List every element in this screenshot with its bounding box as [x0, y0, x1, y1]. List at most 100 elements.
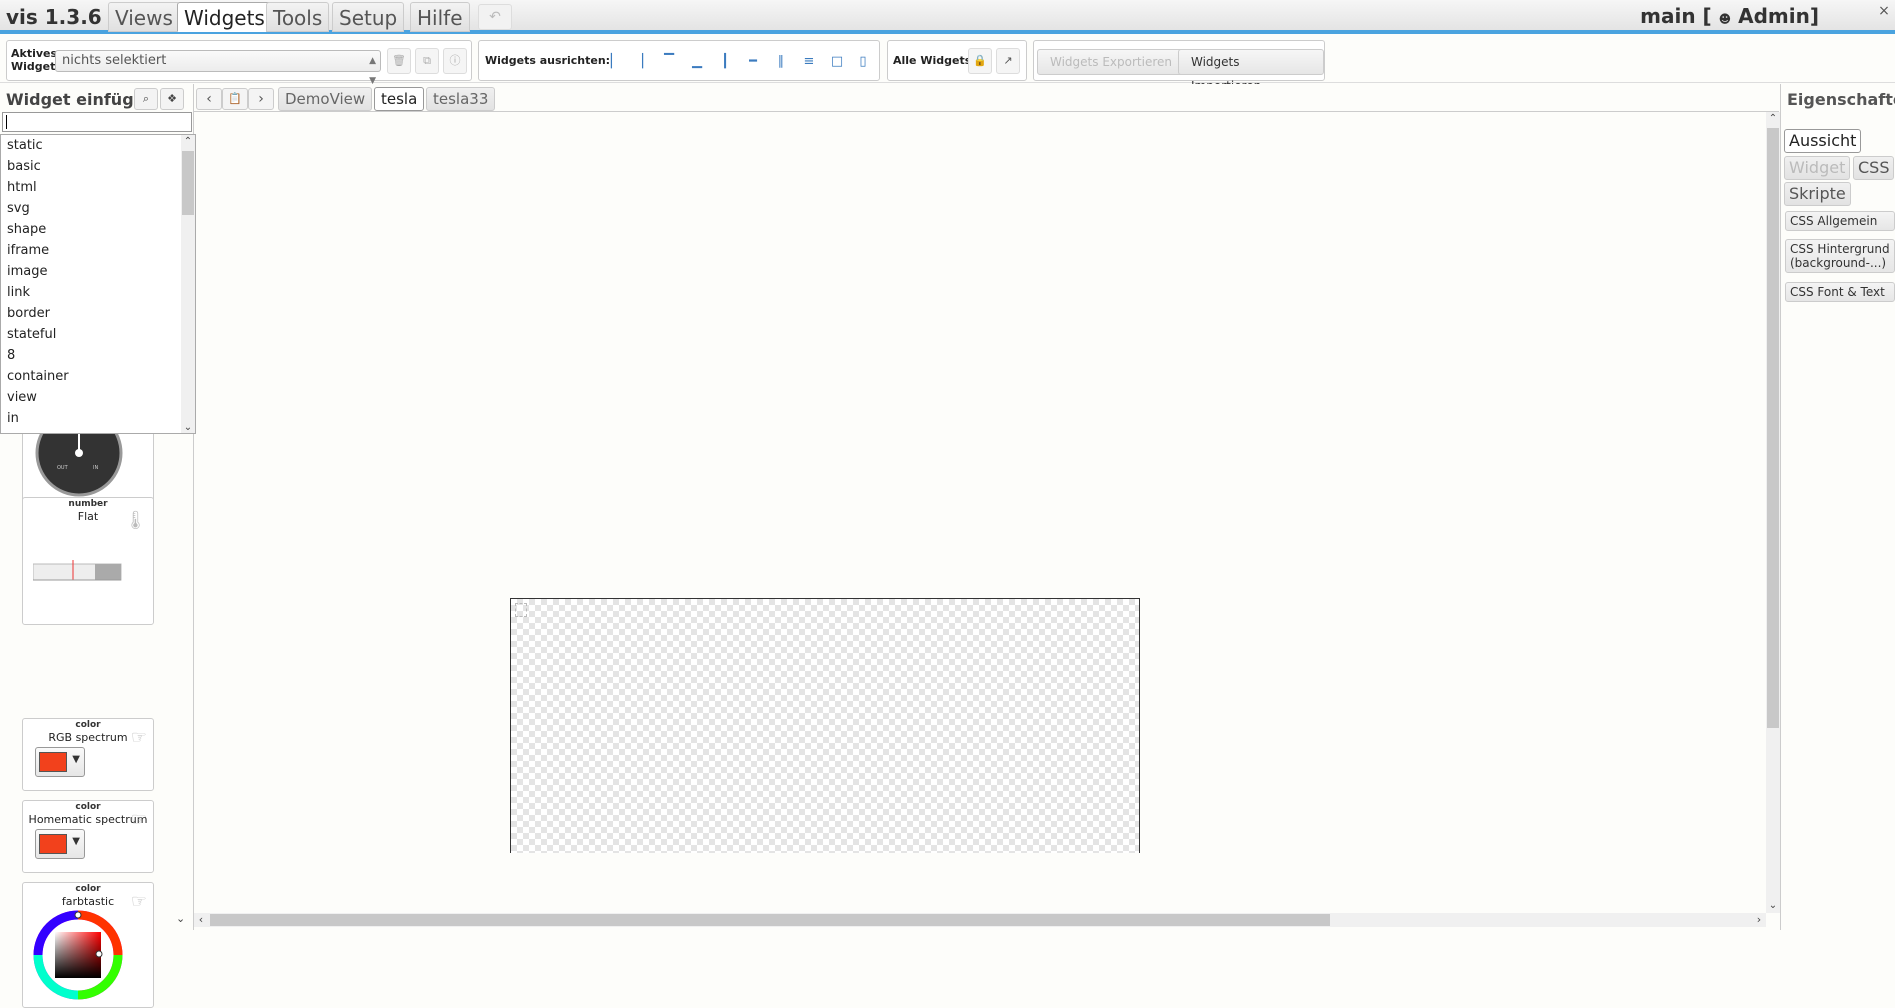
edit-canvas[interactable] [194, 112, 1766, 913]
dropdown-option[interactable]: image [1, 261, 195, 282]
view-area[interactable] [510, 598, 1140, 853]
search-icon[interactable]: ⌕ [134, 88, 158, 110]
delete-icon[interactable]: 🗑 [387, 48, 411, 74]
resize-handle[interactable] [515, 603, 527, 617]
distribute-vertical-icon[interactable]: ≡ [799, 53, 819, 71]
copy-icon[interactable]: ⧉ [415, 48, 439, 74]
dropdown-option[interactable]: stateful [1, 324, 195, 345]
user-name: Admin] [1738, 4, 1819, 28]
canvas-hscroll-thumb[interactable] [210, 914, 1330, 926]
scroll-down-icon[interactable]: ⌄ [1766, 899, 1780, 913]
slider-preview-icon [33, 560, 122, 581]
dropdown-scrollbar[interactable]: ⌃ ⌄ [181, 135, 195, 433]
section-css-hintergrund[interactable]: CSS Hintergrund (background-...) [1785, 239, 1895, 273]
all-widgets-group: Alle Widgets: 🔒 ↗ [887, 40, 1027, 81]
prop-tab-widget[interactable]: Widget [1784, 156, 1851, 180]
svg-text:IN: IN [93, 465, 98, 471]
menu-tab-tools[interactable]: Tools [266, 2, 330, 32]
import-widgets-button[interactable]: Widgets Importieren [1178, 49, 1324, 93]
color-swatch: ▼ [35, 829, 85, 859]
align-bottom-icon[interactable]: ▁ [687, 53, 707, 71]
view-tab-demoview[interactable]: DemoView [278, 87, 373, 111]
widget-card-kind: number [68, 499, 108, 509]
tabs-next-button[interactable]: › [248, 88, 274, 110]
pointer-hand-icon: ☞ [130, 727, 147, 748]
menu-tab-setup[interactable]: Setup [332, 2, 405, 32]
project-name: main [ [1640, 4, 1712, 28]
active-widget-value: nichts selektiert [62, 53, 167, 68]
widget-filter-input[interactable] [2, 112, 192, 132]
dropdown-triangle-icon: ▼ [72, 754, 80, 765]
same-height-icon[interactable]: ▯ [853, 53, 873, 71]
dropdown-options: static basic html svg shape iframe image link bo… [1, 135, 195, 429]
scroll-down-icon[interactable]: ⌄ [181, 421, 195, 433]
dropdown-option[interactable]: in [1, 408, 195, 429]
align-center-vertical-icon[interactable]: ┃ [715, 53, 735, 71]
dropdown-option[interactable]: link [1, 282, 195, 303]
menu-tab-widgets[interactable]: Widgets [177, 2, 272, 32]
section-css-allgemein[interactable]: CSS Allgemein [1785, 211, 1895, 231]
clipboard-icon[interactable]: 📋 [222, 88, 248, 110]
dropdown-option[interactable]: html [1, 177, 195, 198]
dropdown-option[interactable]: shape [1, 219, 195, 240]
menu-tab-hilfe[interactable]: Hilfe [410, 2, 470, 32]
dropdown-option[interactable]: svg [1, 198, 195, 219]
scroll-up-icon[interactable]: ⌃ [181, 135, 195, 149]
prop-tab-skripte[interactable]: Skripte [1784, 182, 1851, 206]
export-widgets-button[interactable]: Widgets Exportieren [1037, 49, 1185, 75]
tabs-prev-button[interactable]: ‹ [196, 88, 222, 110]
canvas-vertical-scrollbar[interactable]: ⌃ ⌄ [1766, 112, 1780, 913]
open-external-icon[interactable]: ↗ [996, 48, 1020, 74]
dropdown-option[interactable]: view [1, 387, 195, 408]
align-right-icon[interactable]: ⎥ [631, 53, 651, 71]
widget-set-dropdown[interactable]: static basic html svg shape iframe image link bo… [0, 134, 196, 434]
dropdown-option[interactable]: border [1, 303, 195, 324]
align-center-horizontal-icon[interactable]: ━ [743, 53, 763, 71]
distribute-horizontal-icon[interactable]: ∥ [771, 53, 791, 71]
active-widget-select[interactable]: nichts selektiert ▲ ▼ [55, 50, 381, 86]
menu-tab-views[interactable]: Views [108, 2, 180, 32]
view-tab-tesla[interactable]: tesla [374, 87, 425, 111]
gauge-preview-icon: OUT IN [35, 431, 123, 497]
color-swatch: ▼ [35, 747, 85, 777]
user-icon: ☻ [1718, 12, 1732, 26]
toolbar: Aktives Widget: nichts selektiert ▲ ▼ 🗑 ⧉… [0, 38, 1895, 93]
widget-card-homematic-spectrum[interactable]: color Homematic spectrum ☞ ▼ [22, 800, 154, 873]
dropdown-option[interactable]: static [1, 135, 195, 156]
dropdown-option[interactable]: container [1, 366, 195, 387]
same-width-icon[interactable]: □ [827, 53, 847, 71]
app-title: vis 1.3.6 [6, 5, 102, 29]
dropdown-scroll-thumb[interactable] [182, 151, 194, 215]
scroll-up-icon[interactable]: ⌃ [1766, 112, 1780, 126]
section-css-font-text[interactable]: CSS Font & Text [1785, 282, 1895, 302]
color-wheel-icon [33, 910, 123, 1000]
view-tab-tesla33[interactable]: tesla33 [426, 87, 496, 111]
undo-button[interactable]: ↶ [478, 4, 512, 30]
widget-card-farbtastic[interactable]: color farbtastic ☞ [22, 882, 154, 1008]
lock-icon[interactable]: 🔒 [968, 48, 992, 74]
align-left-icon[interactable]: ⎢ [603, 53, 623, 71]
widget-insert-panel: Widget einfügen ⌕ ❖ OUT IN number Flat 🌡… [0, 84, 196, 1008]
prop-tab-aussicht[interactable]: Aussicht [1784, 129, 1862, 153]
all-widgets-label: Alle Widgets: [893, 54, 976, 67]
properties-panel: Eigenschaften Aussicht Widget CSS Skript… [1780, 84, 1895, 930]
dropdown-option[interactable]: iframe [1, 240, 195, 261]
prop-tab-css[interactable]: CSS [1853, 156, 1895, 180]
dropdown-option[interactable]: basic [1, 156, 195, 177]
pointer-hand-icon: ☞ [130, 809, 147, 830]
info-icon[interactable]: ⓘ [443, 48, 467, 74]
align-top-icon[interactable]: ▔ [659, 53, 679, 71]
scroll-left-icon[interactable]: ‹ [194, 913, 208, 927]
dropdown-triangle-icon: ▼ [72, 836, 80, 847]
thermometer-icon: 🌡 [124, 510, 147, 531]
dropdown-option[interactable]: 8 [1, 345, 195, 366]
tag-icon[interactable]: ❖ [160, 88, 184, 110]
widget-card-rgb-spectrum[interactable]: color RGB spectrum ☞ ▼ [22, 718, 154, 791]
canvas-horizontal-scrollbar[interactable]: ‹ › [194, 913, 1766, 927]
close-icon[interactable]: × [1875, 2, 1893, 20]
active-widget-group: Aktives Widget: nichts selektiert ▲ ▼ 🗑 ⧉… [6, 40, 472, 86]
canvas-vscroll-thumb[interactable] [1767, 128, 1779, 728]
scroll-down-icon[interactable]: ⌄ [176, 912, 190, 926]
widget-card-number-flat[interactable]: number Flat 🌡 [22, 497, 154, 625]
scroll-right-icon[interactable]: › [1752, 913, 1766, 927]
